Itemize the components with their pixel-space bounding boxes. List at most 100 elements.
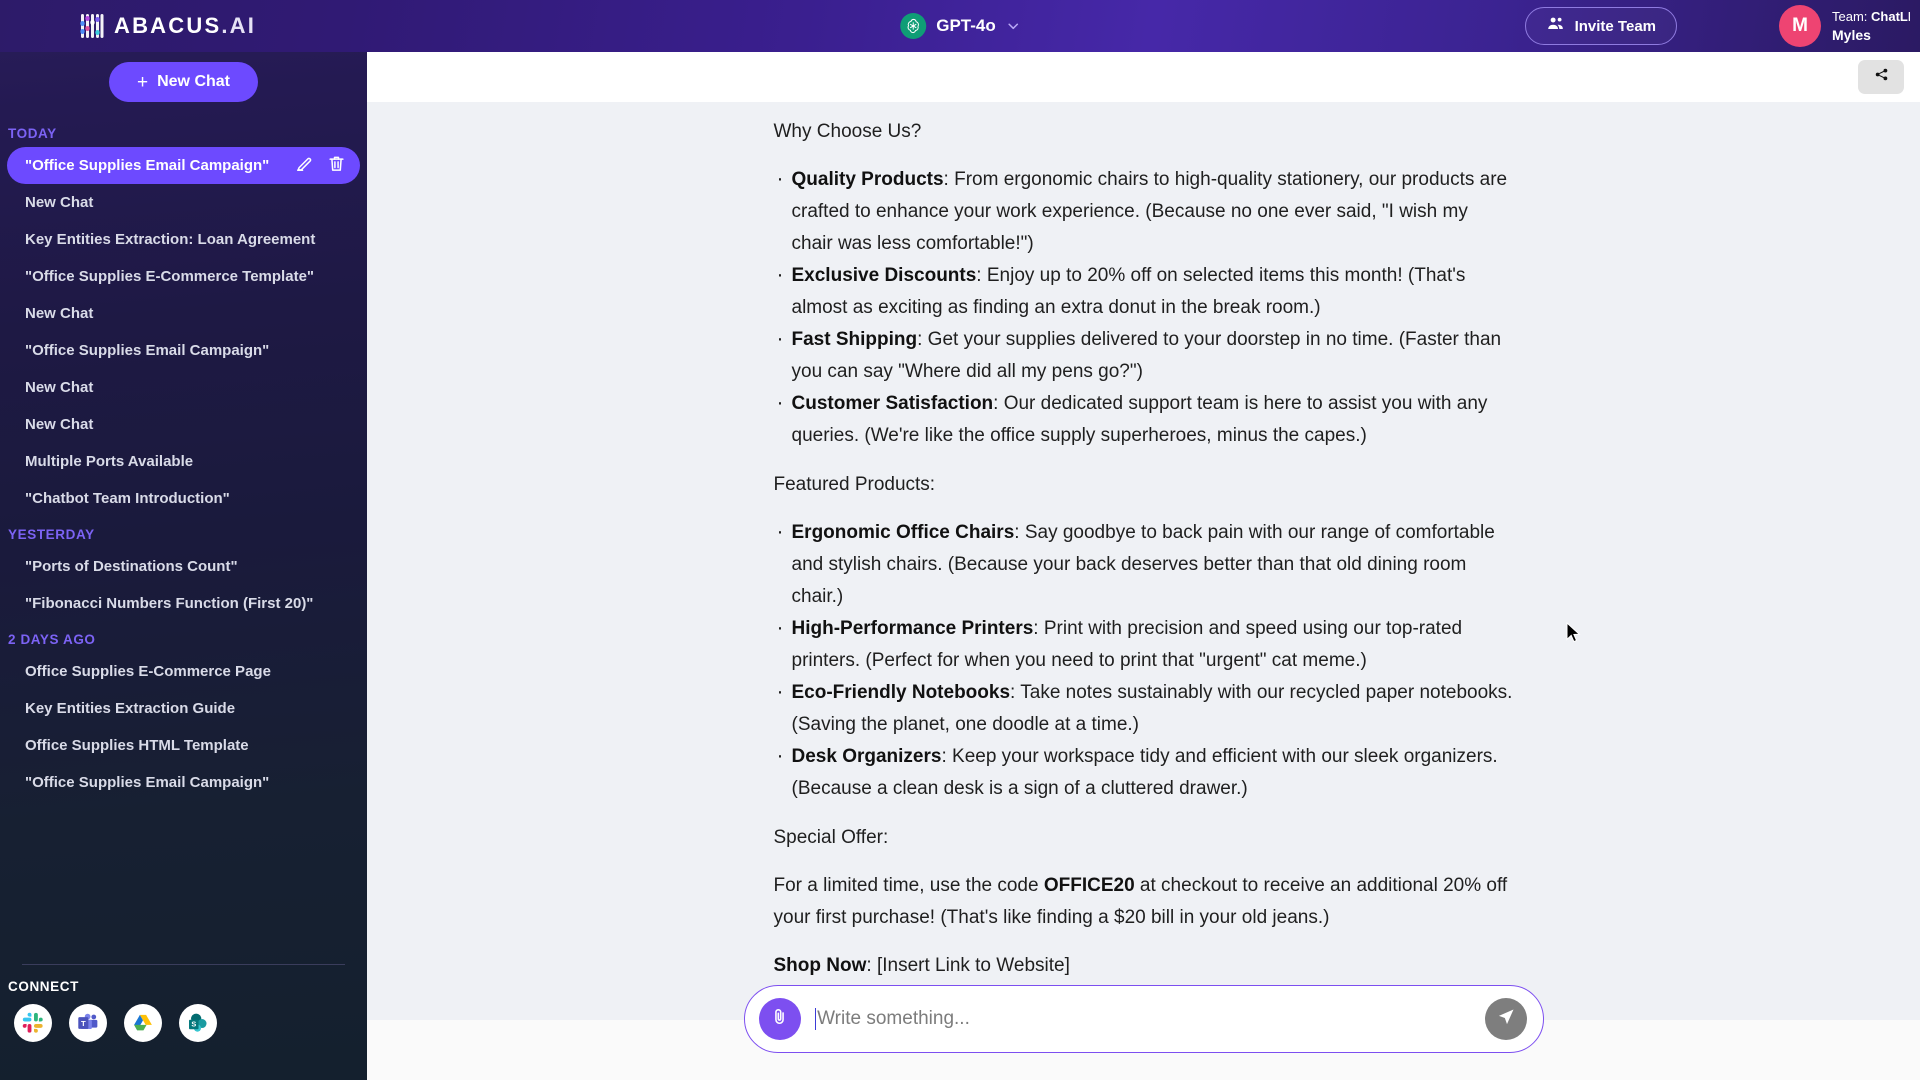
shop-now-text: : [Insert Link to Website] — [866, 955, 1070, 976]
list-item: Fast Shipping: Get your supplies deliver… — [774, 323, 1514, 388]
new-chat-button[interactable]: + New Chat — [108, 62, 258, 102]
chat-history-item[interactable]: "Office Supplies Email Campaign" — [7, 332, 360, 369]
google-drive-icon[interactable] — [124, 1004, 162, 1042]
svg-text:S: S — [191, 1020, 196, 1029]
chat-history-item-title: "Ports of Destinations Count" — [25, 558, 238, 575]
chat-history-item-title: New Chat — [25, 305, 94, 322]
chat-history-item-active[interactable]: "Office Supplies Email Campaign" — [7, 147, 360, 184]
svg-text:T: T — [81, 1019, 86, 1028]
send-button[interactable] — [1484, 998, 1527, 1040]
connect-label: CONNECT — [8, 979, 79, 994]
team-prefix: Team: — [1832, 9, 1868, 24]
top-header: ABACUS.AI GPT-4o Invite Team M Team: Cha… — [0, 0, 1920, 52]
chat-history-item[interactable]: "Office Supplies Email Campaign" — [7, 764, 360, 801]
list-item-term: Exclusive Discounts — [791, 265, 977, 286]
sharepoint-icon[interactable]: S — [179, 1004, 217, 1042]
paperclip-icon — [770, 1007, 789, 1031]
avatar: M — [1779, 5, 1821, 47]
attach-file-button[interactable] — [758, 998, 801, 1040]
message-input[interactable] — [817, 1008, 1471, 1030]
chat-group-label: 2 DAYS AGO — [8, 632, 96, 647]
invite-team-button[interactable]: Invite Team — [1524, 7, 1677, 45]
invite-team-label: Invite Team — [1574, 17, 1656, 35]
model-selector[interactable]: GPT-4o — [900, 13, 1020, 39]
new-chat-label: New Chat — [157, 73, 230, 90]
user-name: Myles — [1832, 27, 1871, 43]
chat-history-item[interactable]: Key Entities Extraction: Loan Agreement — [7, 221, 360, 258]
abacus-ai-chat-app: + New Chat TODAY "Office Supplies Email C… — [0, 0, 1920, 1080]
slack-icon[interactable] — [14, 1004, 52, 1042]
chat-history-item-title: Office Supplies HTML Template — [25, 737, 249, 754]
shop-now-line: Shop Now: [Insert Link to Website] — [774, 950, 1514, 982]
connect-icon-row: T S — [0, 1004, 367, 1042]
chat-history-item[interactable]: "Office Supplies E-Commerce Template" — [7, 258, 360, 295]
brand-logo[interactable]: ABACUS.AI — [80, 12, 256, 40]
chat-history-item[interactable]: "Fibonacci Numbers Function (First 20)" — [7, 585, 360, 622]
chat-history-item[interactable]: New Chat — [7, 369, 360, 406]
share-button[interactable] — [1858, 60, 1904, 94]
chevron-down-icon — [1006, 19, 1020, 33]
edit-pencil-icon[interactable] — [295, 154, 314, 177]
offer-pre-text: For a limited time, use the code — [773, 875, 1044, 896]
chat-history-item[interactable]: Office Supplies E-Commerce Page — [7, 653, 360, 690]
brand-suffix: .AI — [221, 13, 257, 38]
shop-now-term: Shop Now — [773, 955, 867, 976]
list-item: Ergonomic Office Chairs: Say goodbye to … — [774, 516, 1514, 613]
chat-history-item[interactable]: New Chat — [7, 184, 360, 221]
chat-history-item-title: Key Entities Extraction Guide — [25, 700, 236, 717]
main-topbar — [367, 52, 1920, 102]
model-name: GPT-4o — [936, 16, 996, 35]
chat-item-actions — [285, 154, 346, 177]
why-choose-us-list: Quality Products: From ergonomic chairs … — [774, 163, 1514, 452]
heading-featured-products: Featured Products: — [773, 474, 936, 495]
list-item-term: Desk Organizers — [791, 746, 942, 767]
chat-history-item[interactable]: New Chat — [7, 295, 360, 332]
list-item: Customer Satisfaction: Our dedicated sup… — [774, 387, 1514, 452]
brand-name: ABACUS.AI — [114, 13, 257, 38]
user-account-menu[interactable]: M Team: ChatLL Myles — [1779, 5, 1920, 47]
sidebar: + New Chat TODAY "Office Supplies Email C… — [0, 0, 367, 1080]
chat-history-item[interactable]: Key Entities Extraction Guide — [7, 690, 360, 727]
trash-icon[interactable] — [327, 154, 346, 177]
chat-history-item-title: "Office Supplies Email Campaign" — [25, 342, 270, 359]
chat-history-item-title: "Fibonacci Numbers Function (First 20)" — [25, 595, 314, 612]
text-caret — [814, 1008, 817, 1030]
chat-history-item-title: "Office Supplies Email Campaign" — [25, 774, 270, 791]
chat-history-item-title: New Chat — [25, 416, 94, 433]
list-item: Eco-Friendly Notebooks: Take notes susta… — [774, 676, 1514, 741]
offer-promo-code: OFFICE20 — [1043, 875, 1135, 896]
chat-history-item-title: Multiple Ports Available — [25, 453, 194, 470]
microsoft-teams-icon[interactable]: T — [69, 1004, 107, 1042]
heading-special-offer: Special Offer: — [773, 827, 889, 848]
send-paper-plane-icon — [1496, 1007, 1516, 1032]
chat-history-item-title: Key Entities Extraction: Loan Agreement — [25, 231, 316, 248]
chat-history-item[interactable]: "Ports of Destinations Count" — [7, 548, 360, 585]
chat-history-item-title: "Office Supplies E-Commerce Template" — [25, 268, 315, 285]
chat-history-item-title: "Chatbot Team Introduction" — [25, 490, 230, 507]
list-item-term: Fast Shipping — [791, 329, 918, 350]
list-item-term: Quality Products — [791, 169, 944, 190]
assistant-message: Why Choose Us? Quality Products: From er… — [774, 102, 1514, 982]
new-chat-wrap: + New Chat — [0, 52, 367, 116]
main-panel: Why Choose Us? Quality Products: From er… — [367, 52, 1920, 1080]
message-composer[interactable] — [743, 985, 1544, 1053]
list-item: Exclusive Discounts: Enjoy up to 20% off… — [774, 259, 1514, 324]
conversation-scroll-area[interactable]: Why Choose Us? Quality Products: From er… — [367, 102, 1920, 1020]
list-item-term: Customer Satisfaction — [791, 393, 994, 414]
chat-history-list[interactable]: TODAY "Office Supplies Email Campaign" New… — [0, 116, 367, 958]
list-item: Quality Products: From ergonomic chairs … — [774, 163, 1514, 260]
list-item-term: High-Performance Printers — [791, 618, 1034, 639]
share-icon — [1873, 66, 1890, 88]
chat-history-item[interactable]: Office Supplies HTML Template — [7, 727, 360, 764]
people-icon — [1546, 14, 1565, 38]
openai-logo-icon — [900, 13, 927, 39]
chat-history-item[interactable]: New Chat — [7, 406, 360, 443]
featured-products-list: Ergonomic Office Chairs: Say goodbye to … — [774, 516, 1514, 805]
user-meta: Team: ChatLL Myles — [1832, 9, 1910, 43]
chat-history-item[interactable]: "Chatbot Team Introduction" — [7, 480, 360, 517]
chat-history-item[interactable]: Multiple Ports Available — [7, 443, 360, 480]
list-item-term: Eco-Friendly Notebooks — [791, 682, 1011, 703]
team-name: ChatLL — [1871, 9, 1910, 24]
chat-group-label: YESTERDAY — [8, 527, 95, 542]
connect-section: CONNECT T S — [0, 965, 367, 1042]
